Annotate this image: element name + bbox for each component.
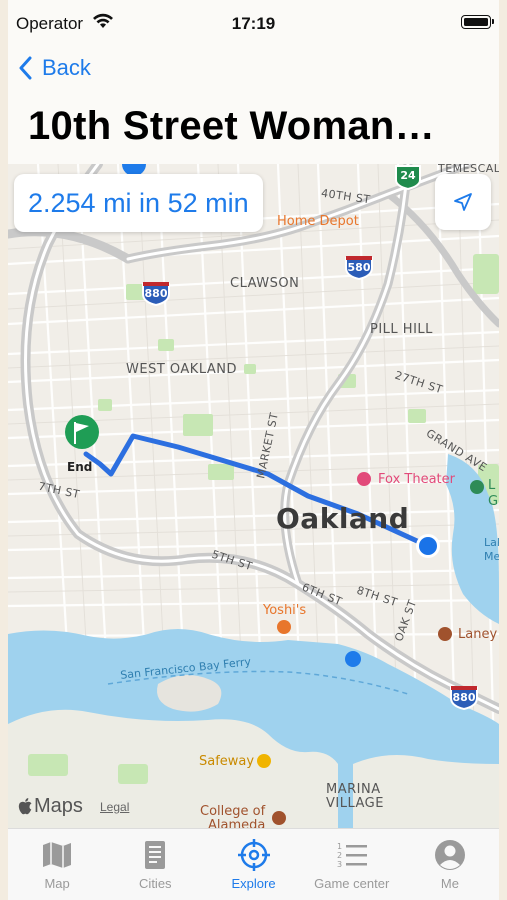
svg-text:3: 3 [337, 860, 342, 869]
location-arrow-icon [454, 193, 472, 211]
map-view[interactable]: 880 580 880 24 TEMESCAL 40TH ST Home Dep… [8, 164, 499, 828]
tab-bar: Map Cities Explore 123 Game center Me [8, 828, 499, 900]
clock: 17:19 [231, 14, 276, 33]
tab-explore-label: Explore [231, 876, 276, 891]
maps-brand: Maps [18, 795, 83, 818]
chevron-left-icon [19, 56, 32, 80]
map-label-west-oakland: WEST OAKLAND [126, 362, 237, 377]
tab-map[interactable]: Map [8, 829, 106, 900]
map-label-end: End [67, 460, 93, 474]
tab-cities[interactable]: Cities [106, 829, 204, 900]
highway-880-shield-b: 880 [449, 684, 479, 711]
svg-text:2: 2 [337, 851, 342, 860]
status-bar: Operator 17:19 [8, 0, 499, 46]
svg-text:1: 1 [337, 842, 342, 851]
map-label-park-g: G [488, 494, 499, 509]
tab-map-label: Map [44, 876, 70, 891]
battery-icon [461, 15, 494, 29]
map-label-safeway: Safeway [199, 754, 255, 769]
map-label-clawson: CLAWSON [230, 276, 300, 291]
locate-button[interactable] [435, 174, 491, 230]
tab-cities-label: Cities [139, 876, 172, 891]
apple-logo-icon [18, 798, 32, 815]
map-label-lake-2: Mer [484, 550, 499, 563]
map-label-lake-1: Lak [484, 536, 499, 549]
fox-theater-icon [357, 472, 371, 486]
app-frame: Operator 17:19 Back 10th Street Woman… 8… [8, 0, 499, 900]
park-poi-icon [470, 480, 484, 494]
map-label-village: VILLAGE [326, 796, 384, 811]
map-label-yoshis: Yoshi's [263, 603, 307, 618]
yoshis-icon [277, 620, 291, 634]
page-title: 10th Street Woman… [28, 104, 435, 148]
highway-880-shield-a: 880 [141, 280, 171, 307]
map-label-park-l: L [488, 478, 496, 493]
book-icon [141, 838, 169, 872]
map-label-fox-theater: Fox Theater [378, 472, 455, 487]
tab-me-label: Me [440, 876, 459, 891]
map-base [8, 164, 499, 828]
highway-580-shield: 580 [344, 254, 374, 281]
person-icon [434, 838, 466, 872]
crosshair-icon [237, 838, 271, 872]
route-summary: 2.254 mi in 52 min [14, 174, 263, 232]
ferry-terminal-icon [345, 651, 361, 667]
college-icon [272, 811, 286, 825]
map-label-oakland: Oakland [276, 502, 410, 535]
tab-game-center[interactable]: 123 Game center [303, 829, 401, 900]
map-icon [41, 838, 73, 872]
map-label-home-depot: Home Depot [277, 214, 359, 229]
tab-game-center-label: Game center [314, 876, 390, 891]
tab-explore[interactable]: Explore [204, 829, 302, 900]
navigation-header: Back 10th Street Woman… [8, 46, 499, 164]
end-flag-marker [65, 415, 99, 449]
map-label-marina: MARINA [326, 782, 381, 797]
map-label-pill-hill: PILL HILL [370, 322, 433, 337]
maps-brand-label: Maps [34, 795, 83, 817]
map-label-laney: Laney [458, 627, 498, 642]
map-label-college-1: College of [200, 804, 266, 819]
back-label: Back [42, 55, 91, 80]
map-label-college-2: Alameda [208, 818, 266, 828]
legal-link[interactable]: Legal [100, 800, 129, 814]
safeway-icon [257, 754, 271, 768]
laney-icon [438, 627, 452, 641]
list-icon: 123 [335, 838, 369, 872]
tab-me[interactable]: Me [401, 829, 499, 900]
highway-24-shield: 24 [393, 164, 423, 191]
back-button[interactable]: Back [18, 52, 91, 84]
